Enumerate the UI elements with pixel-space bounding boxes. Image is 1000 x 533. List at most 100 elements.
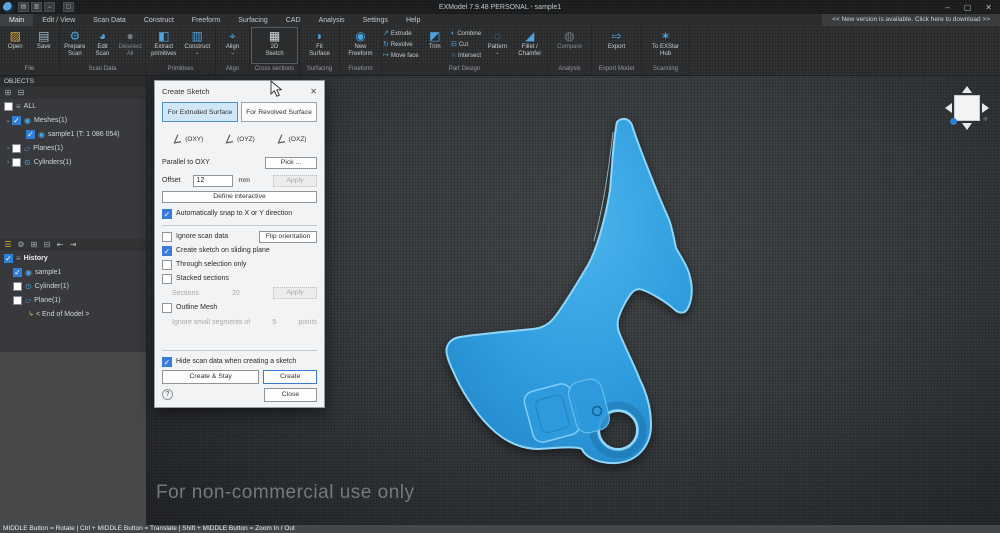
trim-button[interactable]: ◩ Trim bbox=[419, 27, 451, 64]
tree-item-cylinders[interactable]: › ⊙ Cylinders(1) bbox=[0, 155, 146, 169]
quickbar-save-icon[interactable]: ▤ bbox=[18, 2, 29, 12]
stacked-sections-checkbox[interactable] bbox=[162, 274, 172, 284]
history-expand-icon[interactable]: ⊞ bbox=[29, 240, 39, 250]
navcube-arrow-up-icon[interactable] bbox=[962, 86, 972, 93]
update-notification-link[interactable]: << New version is available. Click here … bbox=[822, 14, 1000, 26]
history-collapse-icon[interactable]: ⊟ bbox=[42, 240, 52, 250]
pick-button[interactable]: Pick ... bbox=[265, 157, 317, 169]
minimize-button[interactable]: – bbox=[945, 3, 949, 12]
app-logo-icon[interactable] bbox=[3, 2, 14, 13]
checkbox[interactable] bbox=[12, 158, 21, 167]
menu-tab-surfacing[interactable]: Surfacing bbox=[229, 14, 277, 26]
navcube-face[interactable] bbox=[954, 95, 980, 121]
menu-tab-edit-view[interactable]: Edit / View bbox=[33, 14, 84, 26]
align-button[interactable]: ⌖ Align ⌄ bbox=[217, 27, 248, 64]
checkbox[interactable] bbox=[13, 268, 22, 277]
menu-tab-cad[interactable]: CAD bbox=[277, 14, 310, 26]
for-extruded-surface-toggle[interactable]: For Extruded Surface bbox=[162, 102, 238, 122]
snap-checkbox[interactable] bbox=[162, 209, 172, 219]
extrude-button[interactable]: ↗ Extrude bbox=[383, 29, 419, 39]
menu-tab-freeform[interactable]: Freeform bbox=[183, 14, 229, 26]
tree-item-history[interactable]: ≡ History bbox=[0, 251, 146, 265]
history-step-forward-icon[interactable]: ⇥ bbox=[68, 240, 78, 250]
tree-item-history-cylinder[interactable]: ⊙ Cylinder(1) bbox=[0, 279, 146, 293]
maximize-button[interactable]: ▢ bbox=[964, 3, 972, 12]
hide-scan-data-checkbox[interactable] bbox=[162, 357, 172, 367]
checkbox[interactable] bbox=[13, 296, 22, 305]
expand-all-icon[interactable]: ⊞ bbox=[3, 88, 13, 98]
checkbox[interactable] bbox=[4, 254, 13, 263]
checkbox[interactable] bbox=[13, 282, 22, 291]
new-freeform-button[interactable]: ◉ New Freeform bbox=[341, 27, 380, 64]
history-step-back-icon[interactable]: ⇤ bbox=[55, 240, 65, 250]
prepare-scan-button[interactable]: ⚙ Prepare Scan bbox=[61, 27, 89, 64]
quickbar-extra-icon[interactable]: ▢ bbox=[63, 2, 74, 12]
extract-primitives-button[interactable]: ◧ Extract primitives bbox=[147, 27, 181, 64]
export-button[interactable]: ⇨ Export bbox=[593, 27, 640, 64]
checkbox[interactable] bbox=[12, 144, 21, 153]
revolve-button[interactable]: ↻ Revolve bbox=[383, 40, 419, 50]
history-settings-icon[interactable]: ⚙ bbox=[16, 240, 26, 250]
fillet-chamfer-button[interactable]: ◢ Fillet / Chamfer bbox=[514, 27, 546, 64]
menu-tab-scan-data[interactable]: Scan Data bbox=[84, 14, 135, 26]
cut-button[interactable]: ⊟ Cut bbox=[451, 40, 481, 50]
navcube-arrow-down-icon[interactable] bbox=[962, 123, 972, 130]
plane-oxz-button[interactable]: ∠ (OXZ) bbox=[265, 133, 317, 146]
flip-orientation-button[interactable]: Flip orientation bbox=[259, 231, 317, 243]
plane-oxy-button[interactable]: ∠ (OXY) bbox=[162, 133, 214, 146]
collapse-all-icon[interactable]: ⊟ bbox=[16, 88, 26, 98]
quickbar-open-icon[interactable]: ▥ bbox=[31, 2, 42, 12]
menu-tab-settings[interactable]: Settings bbox=[354, 14, 397, 26]
navcube-arrow-right-icon[interactable] bbox=[982, 103, 989, 113]
help-icon[interactable]: ? bbox=[162, 389, 173, 400]
save-button[interactable]: ▤ Save bbox=[30, 27, 59, 64]
construct-button[interactable]: ▥ Construct ⌄ bbox=[181, 27, 215, 64]
plane-oyz-button[interactable]: ∠ (OYZ) bbox=[214, 133, 266, 146]
combine-button[interactable]: ◐ Combine bbox=[451, 29, 481, 39]
through-selection-checkbox[interactable] bbox=[162, 260, 172, 270]
open-button[interactable]: ▨ Open bbox=[1, 27, 30, 64]
dialog-close-button[interactable]: Close bbox=[264, 388, 317, 402]
for-revolved-surface-toggle[interactable]: For Revolved Surface bbox=[241, 102, 317, 122]
offset-input[interactable] bbox=[193, 175, 233, 187]
checkbox[interactable] bbox=[26, 130, 35, 139]
checkbox[interactable] bbox=[12, 116, 21, 125]
fit-surface-button[interactable]: ◗ Fit Surface bbox=[301, 27, 338, 64]
chevron-right-icon[interactable]: › bbox=[4, 145, 12, 152]
intersect-button[interactable]: ∩ Intersect bbox=[451, 51, 481, 61]
chevron-down-icon[interactable]: ⌄ bbox=[4, 116, 12, 124]
offset-apply-button[interactable]: Apply bbox=[273, 175, 317, 187]
2d-sketch-button[interactable]: ▦ 2D Sketch bbox=[251, 27, 298, 64]
outline-mesh-checkbox[interactable] bbox=[162, 303, 172, 313]
deselect-all-button[interactable]: ● Deselect All bbox=[116, 27, 144, 64]
view-navigation-widget[interactable]: ✛ bbox=[943, 84, 991, 132]
compare-button[interactable]: ◍ Compare bbox=[549, 27, 590, 64]
tree-item-all[interactable]: ≡ ALL bbox=[0, 99, 146, 113]
history-list-icon[interactable]: ☰ bbox=[3, 240, 13, 250]
menu-tab-help[interactable]: Help bbox=[397, 14, 429, 26]
move-face-button[interactable]: ↦ Move face bbox=[383, 51, 419, 61]
navcube-arrow-left-icon[interactable] bbox=[945, 103, 952, 113]
sections-apply-button[interactable]: Apply bbox=[273, 287, 317, 299]
ignore-scan-data-checkbox[interactable] bbox=[162, 232, 172, 242]
tree-item-planes[interactable]: › ▱ Planes(1) bbox=[0, 141, 146, 155]
create-button[interactable]: Create bbox=[263, 370, 317, 384]
define-interactive-button[interactable]: Define interactive bbox=[162, 191, 317, 203]
tree-item-history-sample1[interactable]: ◉ sample1 bbox=[0, 265, 146, 279]
create-and-stay-button[interactable]: Create & Stay bbox=[162, 370, 259, 384]
close-button[interactable]: ✕ bbox=[985, 3, 992, 12]
pattern-button[interactable]: ◌ Pattern ⌄ bbox=[481, 27, 513, 64]
tree-item-end-of-model[interactable]: ↳ < End of Model > bbox=[0, 307, 146, 321]
menu-tab-construct[interactable]: Construct bbox=[135, 14, 183, 26]
quickbar-dropdown-icon[interactable]: ⌄ bbox=[44, 2, 55, 12]
tree-item-history-plane[interactable]: ▱ Plane(1) bbox=[0, 293, 146, 307]
navcube-origin-dot[interactable] bbox=[950, 118, 957, 125]
to-exstar-hub-button[interactable]: ✶ To EXStar Hub bbox=[643, 27, 688, 64]
checkbox[interactable] bbox=[4, 102, 13, 111]
menu-tab-analysis[interactable]: Analysis bbox=[310, 14, 354, 26]
chevron-right-icon[interactable]: › bbox=[4, 159, 12, 166]
tree-item-meshes[interactable]: ⌄ ◉ Meshes(1) bbox=[0, 113, 146, 127]
dialog-close-icon[interactable]: ✕ bbox=[310, 87, 317, 96]
menu-tab-main[interactable]: Main bbox=[0, 14, 33, 26]
tree-item-sample1[interactable]: ◉ sample1 (T: 1 086 054) bbox=[0, 127, 146, 141]
